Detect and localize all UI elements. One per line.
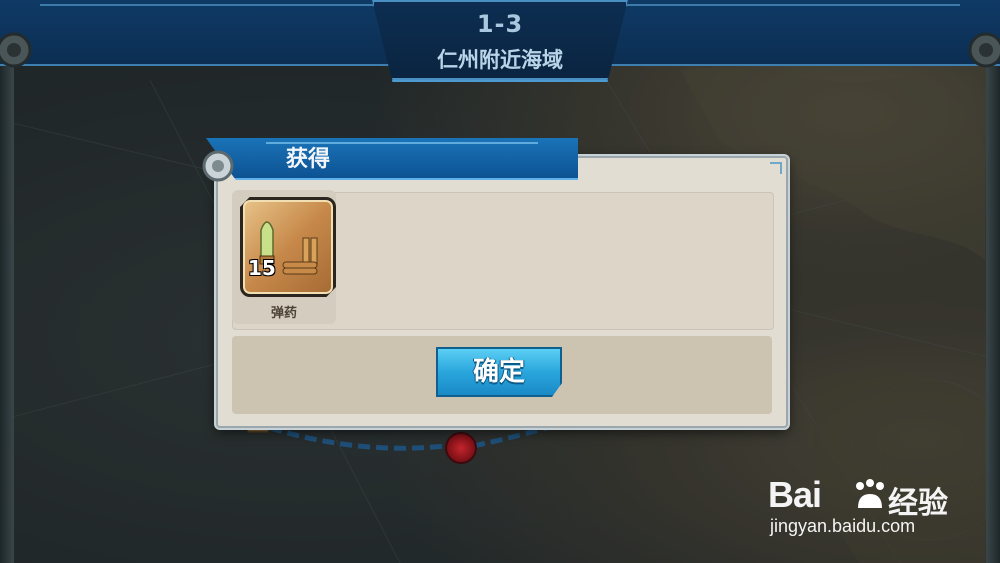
reward-item-name: 弹药 [270, 306, 297, 321]
watermark-url: jingyan.baidu.com [770, 516, 916, 536]
confirm-button[interactable] [436, 347, 562, 397]
watermark-brand-prefix: Bai [768, 474, 822, 515]
gear-icon [0, 32, 32, 68]
reward-item-frame [240, 197, 336, 297]
reward-item-quantity: 15 [248, 256, 276, 280]
gear-icon [202, 150, 234, 182]
gear-icon [968, 32, 1000, 68]
right-frame [986, 62, 1000, 563]
dialog-header [206, 138, 578, 180]
left-frame [0, 62, 14, 563]
dialog-title: 获得 [286, 147, 331, 172]
stage-name: 仁州附近海域 [437, 48, 563, 72]
map-node[interactable] [445, 432, 477, 464]
corner-decoration [770, 162, 782, 174]
stage-title-plate: 1-3 仁州附近海域 [372, 0, 628, 82]
stage-number: 1-3 [476, 10, 524, 38]
paw-logo-icon [856, 479, 884, 508]
